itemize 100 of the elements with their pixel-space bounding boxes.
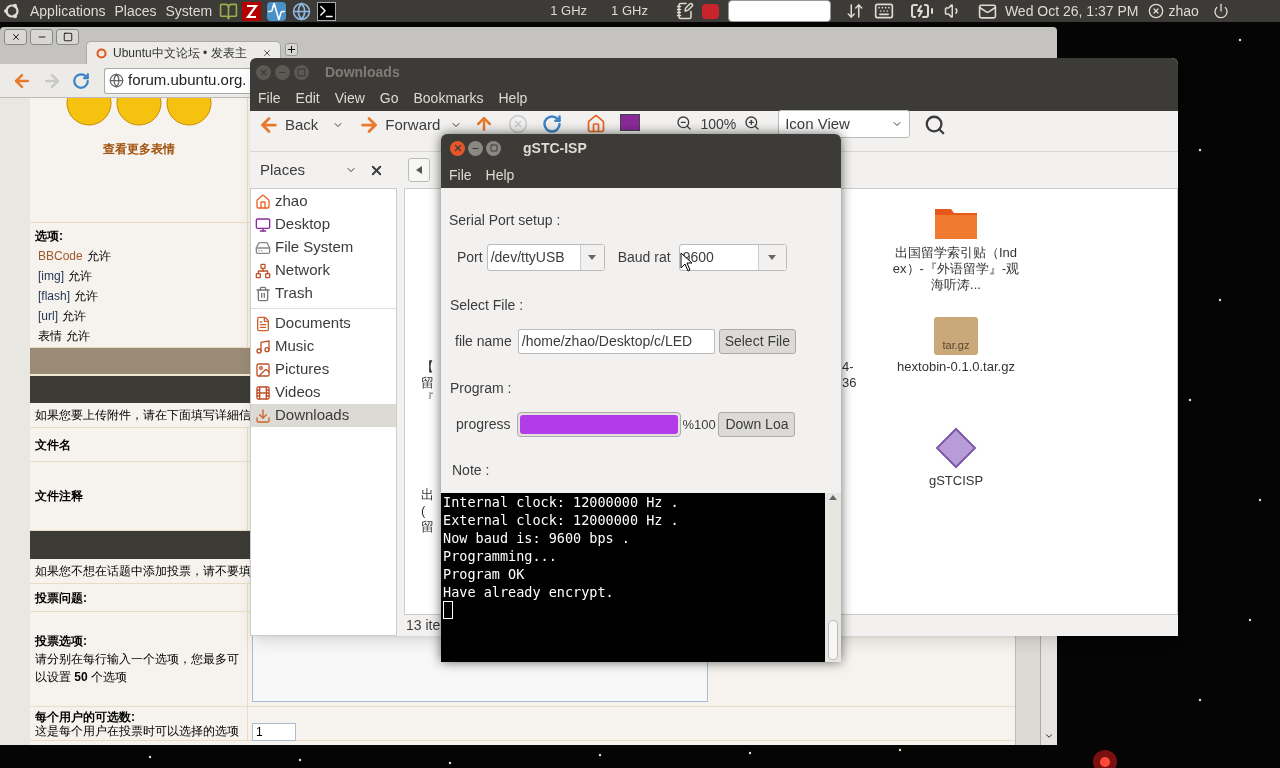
menu-item[interactable]: Help — [498, 88, 528, 109]
sidebar-item[interactable]: Pictures — [251, 358, 396, 381]
maximize-button[interactable] — [486, 140, 501, 156]
option-status: 允许 — [86, 249, 111, 264]
sidebar-item[interactable]: File System — [251, 236, 396, 259]
file-path-field[interactable]: /home/zhao/Desktop/c/LED — [517, 329, 715, 354]
system-monitor-icon[interactable] — [267, 1, 287, 21]
menu-item[interactable]: File — [258, 88, 281, 109]
user-name[interactable]: zhao — [1168, 0, 1199, 22]
file-label: 4- — [842, 359, 855, 375]
back-icon[interactable] — [258, 114, 280, 136]
file-label: 留 — [421, 519, 435, 535]
notes-icon[interactable] — [675, 2, 694, 20]
sidebar-item[interactable]: Desktop — [251, 213, 396, 236]
terminal-icon[interactable] — [317, 1, 337, 21]
menu-item[interactable]: File — [449, 164, 472, 186]
sidebar-item[interactable]: Music — [251, 335, 396, 358]
close-icon — [10, 32, 21, 42]
file-label: 出 — [421, 487, 435, 503]
zoom-in-icon[interactable] — [744, 115, 761, 131]
search-field[interactable] — [727, 0, 831, 22]
ubuntu-logo-icon[interactable] — [3, 2, 21, 20]
menu-item[interactable]: Help — [485, 164, 515, 186]
reload-icon[interactable] — [542, 114, 563, 134]
panel-menu[interactable]: Applications — [30, 0, 106, 22]
max-options-field[interactable]: 1 — [252, 723, 296, 741]
log-line: Now baud is: 9600 bps . — [443, 529, 631, 547]
sidebar-item[interactable]: zhao — [251, 190, 396, 213]
music-icon — [255, 338, 271, 355]
maximize-icon — [62, 32, 73, 42]
address-field[interactable]: forum.ubuntu.org. — [104, 67, 250, 94]
forward-button[interactable]: Forward — [385, 114, 441, 137]
sidebar-item[interactable]: Documents — [251, 312, 396, 335]
text-cursor — [443, 601, 453, 619]
panel-menu[interactable]: System — [165, 0, 213, 22]
file-label[interactable]: hextobin-0.1.0.tar.gz — [892, 359, 1020, 375]
field-label: 文件注释 — [35, 488, 83, 505]
sidebar-item[interactable]: Network — [251, 259, 396, 282]
diamond-app-icon — [935, 427, 977, 469]
section-label: Select File : — [450, 296, 525, 313]
field-description: 这是每个用户在投票时可以选择的选项 — [35, 724, 240, 738]
minimize-button[interactable] — [468, 140, 483, 156]
menu-item[interactable]: Edit — [295, 88, 320, 109]
caret-icon[interactable] — [768, 254, 777, 260]
close-button[interactable] — [4, 29, 27, 45]
browser-tab[interactable]: Ubuntu中文论坛 • 发表主 — [86, 41, 281, 64]
log-line: Internal clock: 12000000 Hz . — [443, 493, 680, 511]
field-label: 文件名 — [35, 436, 71, 454]
sidebar-item[interactable]: Downloads — [251, 404, 396, 427]
view-select[interactable]: Icon View — [778, 110, 911, 138]
maximize-icon — [489, 144, 498, 152]
file-label: ( — [421, 503, 427, 519]
home-icon[interactable] — [586, 114, 607, 134]
zoom-out-icon[interactable] — [676, 115, 693, 131]
clock[interactable]: Wed Oct 26, 1:37 PM — [1004, 0, 1139, 22]
more-emoticons-link[interactable]: 查看更多表情 — [102, 140, 175, 158]
back-button[interactable]: Back — [285, 114, 319, 137]
book-icon[interactable] — [219, 1, 239, 21]
trash-icon — [255, 285, 271, 302]
download-button[interactable]: Down Loa — [718, 412, 796, 437]
scroll-up-icon[interactable] — [829, 495, 837, 500]
section-label: Program : — [450, 379, 513, 396]
menu-item[interactable]: Go — [379, 88, 399, 109]
computer-icon[interactable] — [620, 114, 641, 131]
file-label[interactable]: gSTCISP — [892, 473, 1020, 489]
file-label: 留 — [421, 375, 435, 391]
power-icon[interactable] — [1212, 3, 1229, 19]
network-icon[interactable] — [845, 2, 864, 20]
sidebar-item[interactable]: Trash — [251, 282, 396, 305]
file-name-label: file name — [455, 332, 512, 351]
bbcode-link[interactable]: BBCode — [38, 249, 83, 264]
poll-hint: 如果您不想在话题中添加投票，请不要填 — [35, 563, 251, 580]
keyboard-icon[interactable] — [873, 1, 894, 21]
close-icon[interactable] — [262, 48, 272, 58]
sidebar-item[interactable]: Videos — [251, 381, 396, 404]
file-label[interactable]: 出国留学索引贴（Index）-『外语留学』-观海听涛... — [892, 245, 1020, 293]
download-icon — [255, 407, 271, 424]
scrollbar-thumb[interactable] — [828, 620, 838, 660]
port-select[interactable]: /dev/ttyUSB — [486, 243, 605, 271]
caret-icon[interactable] — [588, 254, 597, 260]
user-status-icon[interactable] — [1147, 3, 1164, 19]
mail-icon[interactable] — [977, 1, 997, 21]
menu-item[interactable]: Bookmarks — [413, 88, 484, 109]
filezilla-icon[interactable] — [242, 1, 262, 21]
path-back-button[interactable] — [408, 158, 430, 182]
log-line: External clock: 12000000 Hz . — [443, 511, 680, 529]
panel-menu[interactable]: Places — [114, 0, 157, 22]
new-tab-icon[interactable] — [285, 43, 298, 56]
log-line: Program OK — [443, 565, 526, 583]
maximize-button[interactable] — [56, 29, 79, 45]
reload-icon[interactable] — [72, 71, 90, 90]
baud-rate-label: Baud rat — [617, 247, 671, 267]
scroll-down-icon[interactable] — [1044, 731, 1054, 741]
menu-item[interactable]: View — [334, 88, 365, 109]
home-icon — [255, 193, 271, 210]
search-icon[interactable] — [924, 114, 947, 136]
select-file-button[interactable]: Select File — [718, 329, 796, 354]
field-label: 投票选项: — [35, 633, 88, 650]
browser-icon[interactable] — [292, 1, 312, 21]
upload-hint: 如果您要上传附件，请在下面填写详細信 — [35, 407, 251, 424]
